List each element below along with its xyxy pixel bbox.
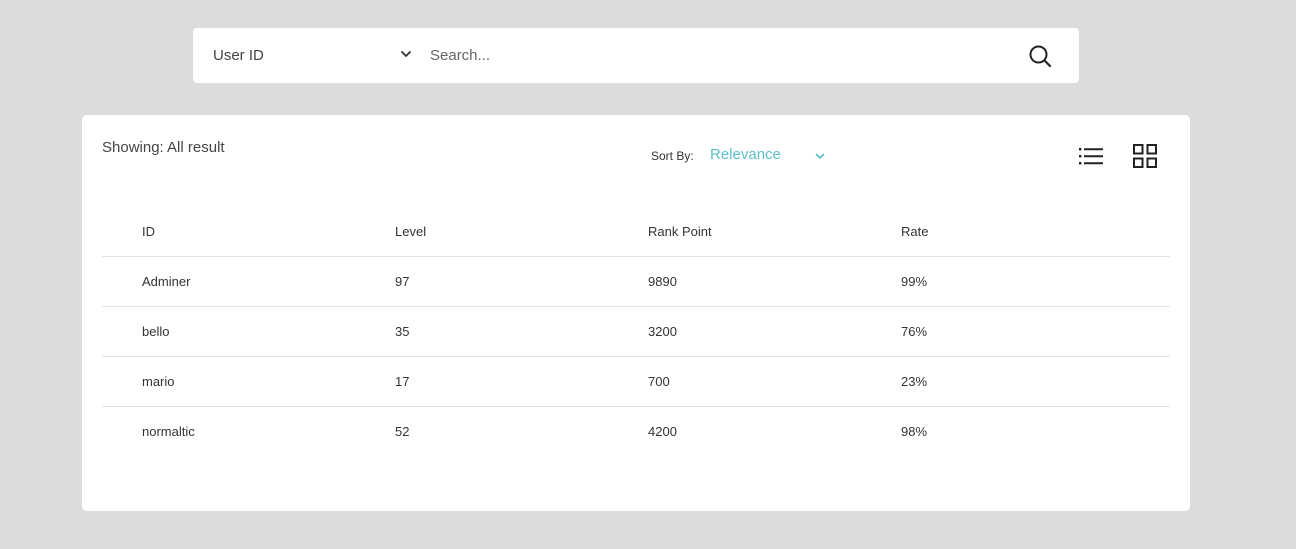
grid-view-icon[interactable] [1133,144,1157,168]
search-category-label: User ID [213,47,264,64]
column-header-id: ID [142,224,155,239]
cell-id: Adminer [142,274,191,289]
sort-value: Relevance [710,146,781,163]
column-header-level: Level [395,224,427,239]
column-header-rank-point: Rank Point [648,224,712,239]
table-row[interactable]: bello 35 3200 76% [102,307,1170,357]
table-row[interactable]: mario 17 700 23% [102,357,1170,407]
table-row[interactable]: Adminer 97 9890 99% [102,257,1170,307]
list-view-icon[interactable] [1079,145,1103,167]
cell-rate: 99% [901,274,928,289]
search-category-select[interactable]: User ID [213,28,413,83]
cell-level: 17 [395,374,410,389]
result-count-label: Showing: All result [102,139,225,156]
cell-rank-point: 4200 [648,424,677,439]
sort-select[interactable]: Relevance [710,146,830,166]
cell-id: mario [142,374,175,389]
cell-rank-point: 9890 [648,274,677,289]
cell-id: bello [142,324,170,339]
cell-id: normaltic [142,424,195,439]
chevron-down-icon [401,51,411,57]
column-header-rate: Rate [901,224,929,239]
cell-rate: 76% [901,324,928,339]
results-table: ID Level Rank Point Rate Adminer 97 9890… [102,207,1170,456]
cell-rate: 98% [901,424,928,439]
cell-level: 35 [395,324,410,339]
sort-label: Sort By: [651,149,694,163]
search-input[interactable] [430,40,990,71]
chevron-down-icon [815,153,825,159]
cell-rank-point: 700 [648,374,670,389]
table-header-row: ID Level Rank Point Rate [102,207,1170,257]
cell-level: 52 [395,424,410,439]
search-icon[interactable] [1028,44,1052,68]
cell-rank-point: 3200 [648,324,677,339]
results-panel: Showing: All result Sort By: Relevance I… [82,115,1190,511]
search-bar: User ID [193,28,1079,83]
cell-level: 97 [395,274,410,289]
cell-rate: 23% [901,374,928,389]
table-row[interactable]: normaltic 52 4200 98% [102,407,1170,456]
